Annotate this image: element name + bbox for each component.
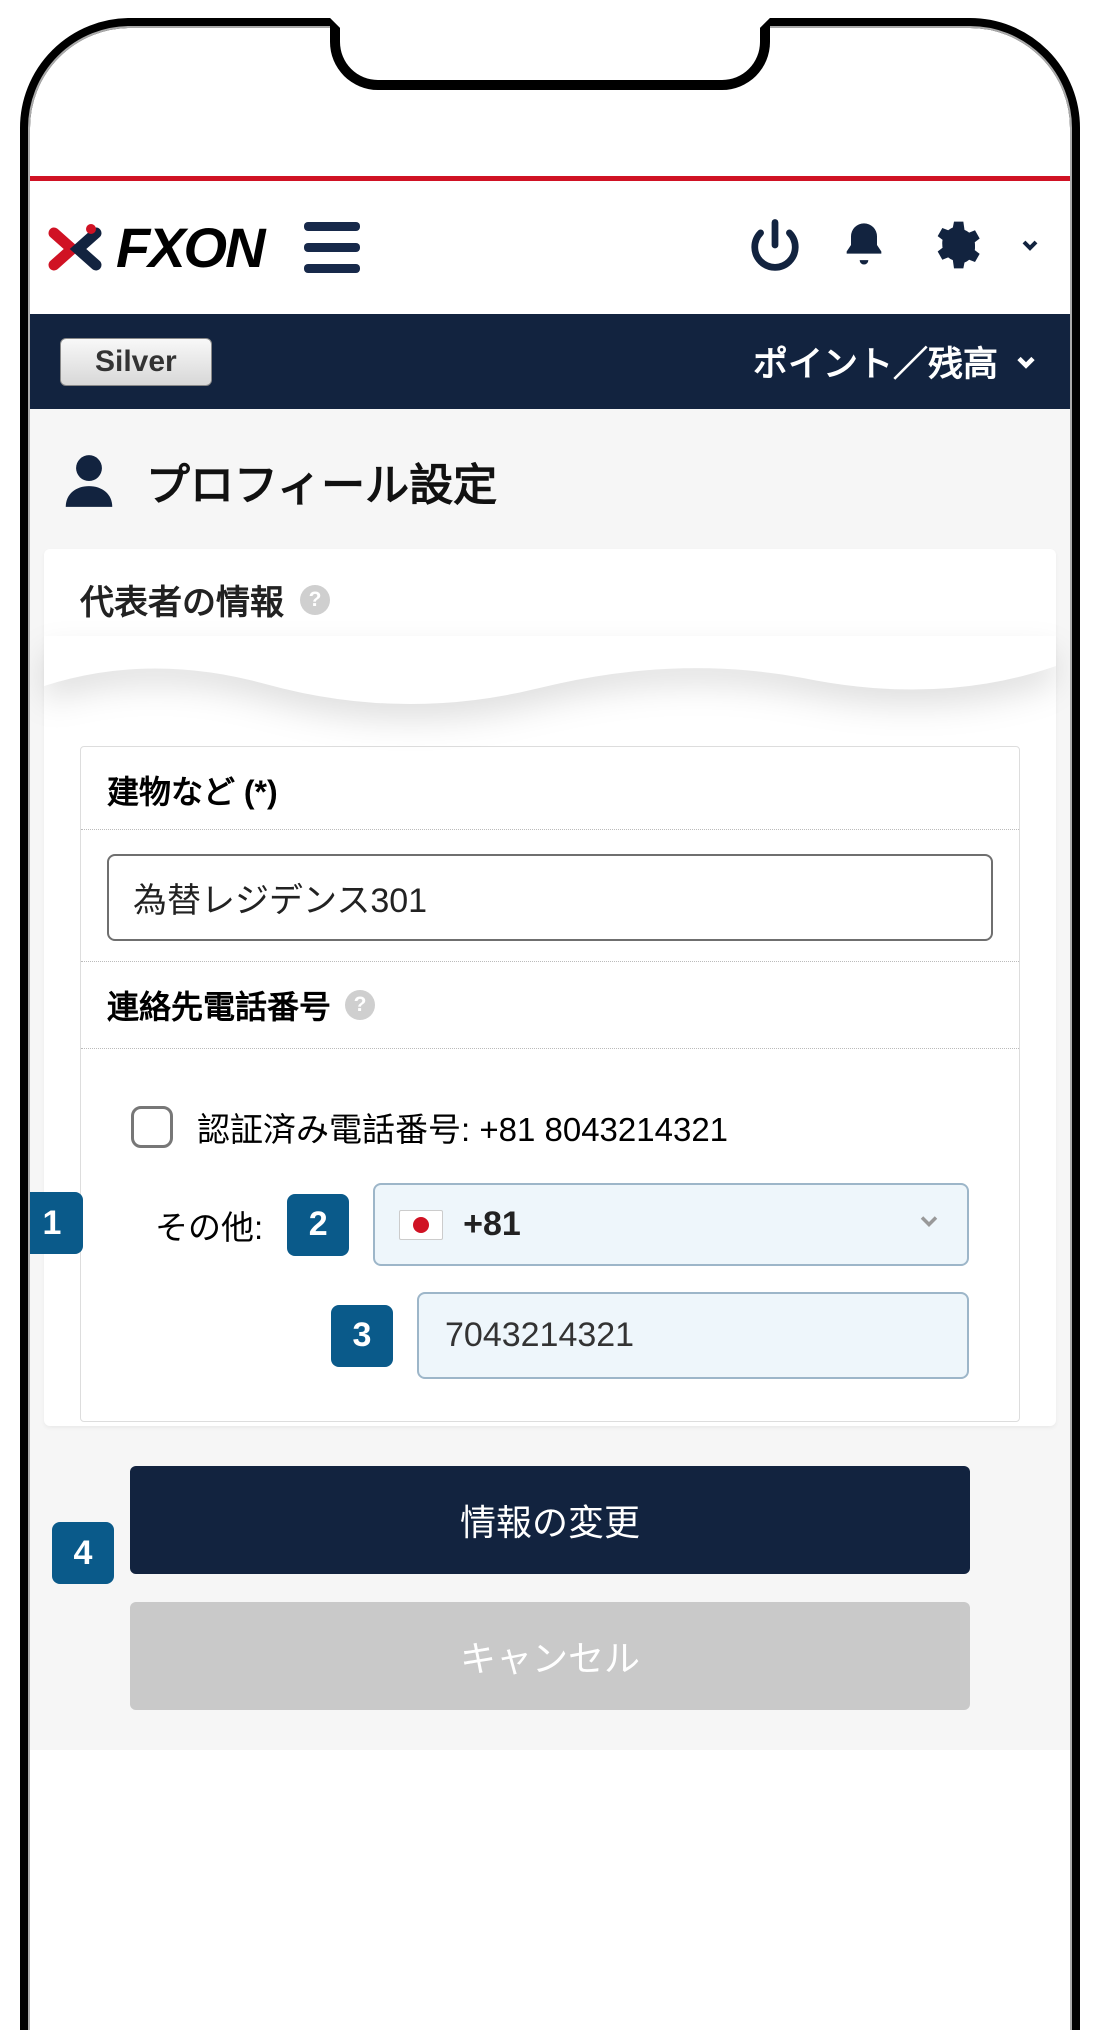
chevron-down-icon [1012, 348, 1040, 376]
representative-label: 代表者の情報 [80, 575, 284, 624]
annotation-badge-3: 3 [331, 1305, 393, 1367]
menu-button[interactable] [304, 222, 360, 273]
brand-name: FXON [116, 215, 264, 280]
points-balance-toggle[interactable]: ポイント／残高 [753, 336, 1040, 387]
power-icon[interactable] [748, 218, 802, 277]
annotation-badge-4: 4 [52, 1522, 114, 1584]
country-code-select[interactable]: +81 [373, 1183, 969, 1266]
page-title: プロフィール設定 [146, 449, 497, 513]
person-icon [58, 450, 120, 512]
page-title-row: プロフィール設定 [30, 409, 1070, 549]
submit-button[interactable]: 情報の変更 [130, 1466, 970, 1574]
help-icon[interactable]: ? [345, 990, 375, 1020]
building-input[interactable] [107, 854, 993, 941]
building-label: 建物など (*) [81, 747, 1019, 830]
radio-unchecked-icon[interactable] [131, 1106, 173, 1148]
points-label: ポイント／残高 [753, 336, 998, 387]
tier-badge: Silver [60, 338, 212, 386]
phone-section-header: 連絡先電話番号 ? [81, 982, 1019, 1049]
sub-header: Silver ポイント／残高 [30, 314, 1070, 409]
annotation-badge-1: 1 [30, 1192, 83, 1254]
chevron-down-icon[interactable] [1018, 231, 1042, 265]
other-phone-label: その他: [155, 1201, 263, 1249]
bell-icon[interactable] [838, 219, 890, 276]
logo-mark-icon [46, 219, 104, 277]
country-code-value: +81 [463, 1205, 521, 1244]
annotation-badge-2: 2 [287, 1194, 349, 1256]
cancel-button[interactable]: キャンセル [130, 1602, 970, 1710]
phone-number-input[interactable] [417, 1292, 969, 1379]
verified-phone-label: 認証済み電話番号: +81 8043214321 [197, 1103, 728, 1151]
topbar: FXON [30, 181, 1070, 314]
verified-phone-option[interactable]: 認証済み電話番号: +81 8043214321 [107, 1089, 993, 1165]
chevron-down-icon [915, 1205, 943, 1244]
building-field: 建物など (*) 連絡先電話番号 ? 認証済み電話番号: [80, 746, 1020, 1422]
japan-flag-icon [399, 1210, 443, 1240]
brand-logo[interactable]: FXON [46, 215, 264, 280]
profile-card: 代表者の情報 ? 建物など (*) [44, 549, 1056, 1426]
help-icon[interactable]: ? [300, 585, 330, 615]
gear-icon[interactable] [926, 217, 982, 278]
content-break [44, 646, 1056, 736]
